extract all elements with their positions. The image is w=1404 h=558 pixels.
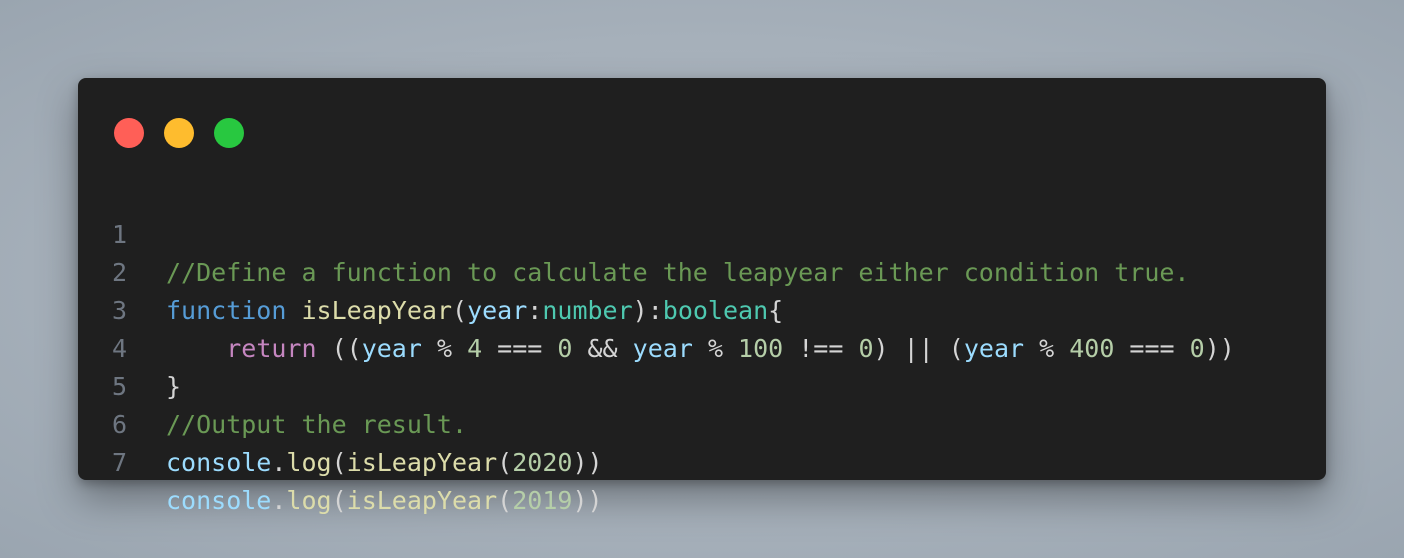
punctuation: . (271, 486, 287, 515)
method: log (286, 448, 332, 477)
code-line: 6 console.log(isLeapYear(2020)) (78, 368, 1326, 477)
punctuation: ( (331, 448, 347, 477)
punctuation: ( (497, 486, 513, 515)
number: 2019 (512, 486, 573, 515)
line-number: 7 (112, 448, 128, 477)
function-name: isLeapYear (346, 448, 498, 477)
function-name: isLeapYear (346, 486, 498, 515)
punctuation: )) (572, 448, 603, 477)
object: console (166, 486, 272, 515)
code-window: 1 //Define a function to calculate the l… (78, 78, 1326, 515)
line-content: console.log(isLeapYear(2020)) (166, 444, 603, 482)
code-line: 3 return ((year % 4 === 0 && year % 100 … (78, 254, 1326, 363)
object: console (166, 448, 272, 477)
method: log (286, 486, 332, 515)
punctuation: ( (331, 486, 347, 515)
code-line: 1 //Define a function to calculate the l… (78, 178, 1326, 287)
number: 2020 (512, 448, 573, 477)
punctuation: ( (497, 448, 513, 477)
punctuation: . (271, 448, 287, 477)
line-content: console.log(isLeapYear(2019)) (166, 482, 603, 520)
code-line: 4 } (78, 292, 1326, 401)
code-block: 1 //Define a function to calculate the l… (78, 178, 1326, 515)
minimize-dot-icon[interactable] (164, 118, 194, 148)
punctuation: )) (572, 486, 603, 515)
code-line: 7 console.log(isLeapYear(2019)) (78, 406, 1326, 515)
code-line: 2 function isLeapYear(year:number):boole… (78, 216, 1326, 325)
code-line: 5 //Output the result. (78, 330, 1326, 439)
maximize-dot-icon[interactable] (214, 118, 244, 148)
close-dot-icon[interactable] (114, 118, 144, 148)
